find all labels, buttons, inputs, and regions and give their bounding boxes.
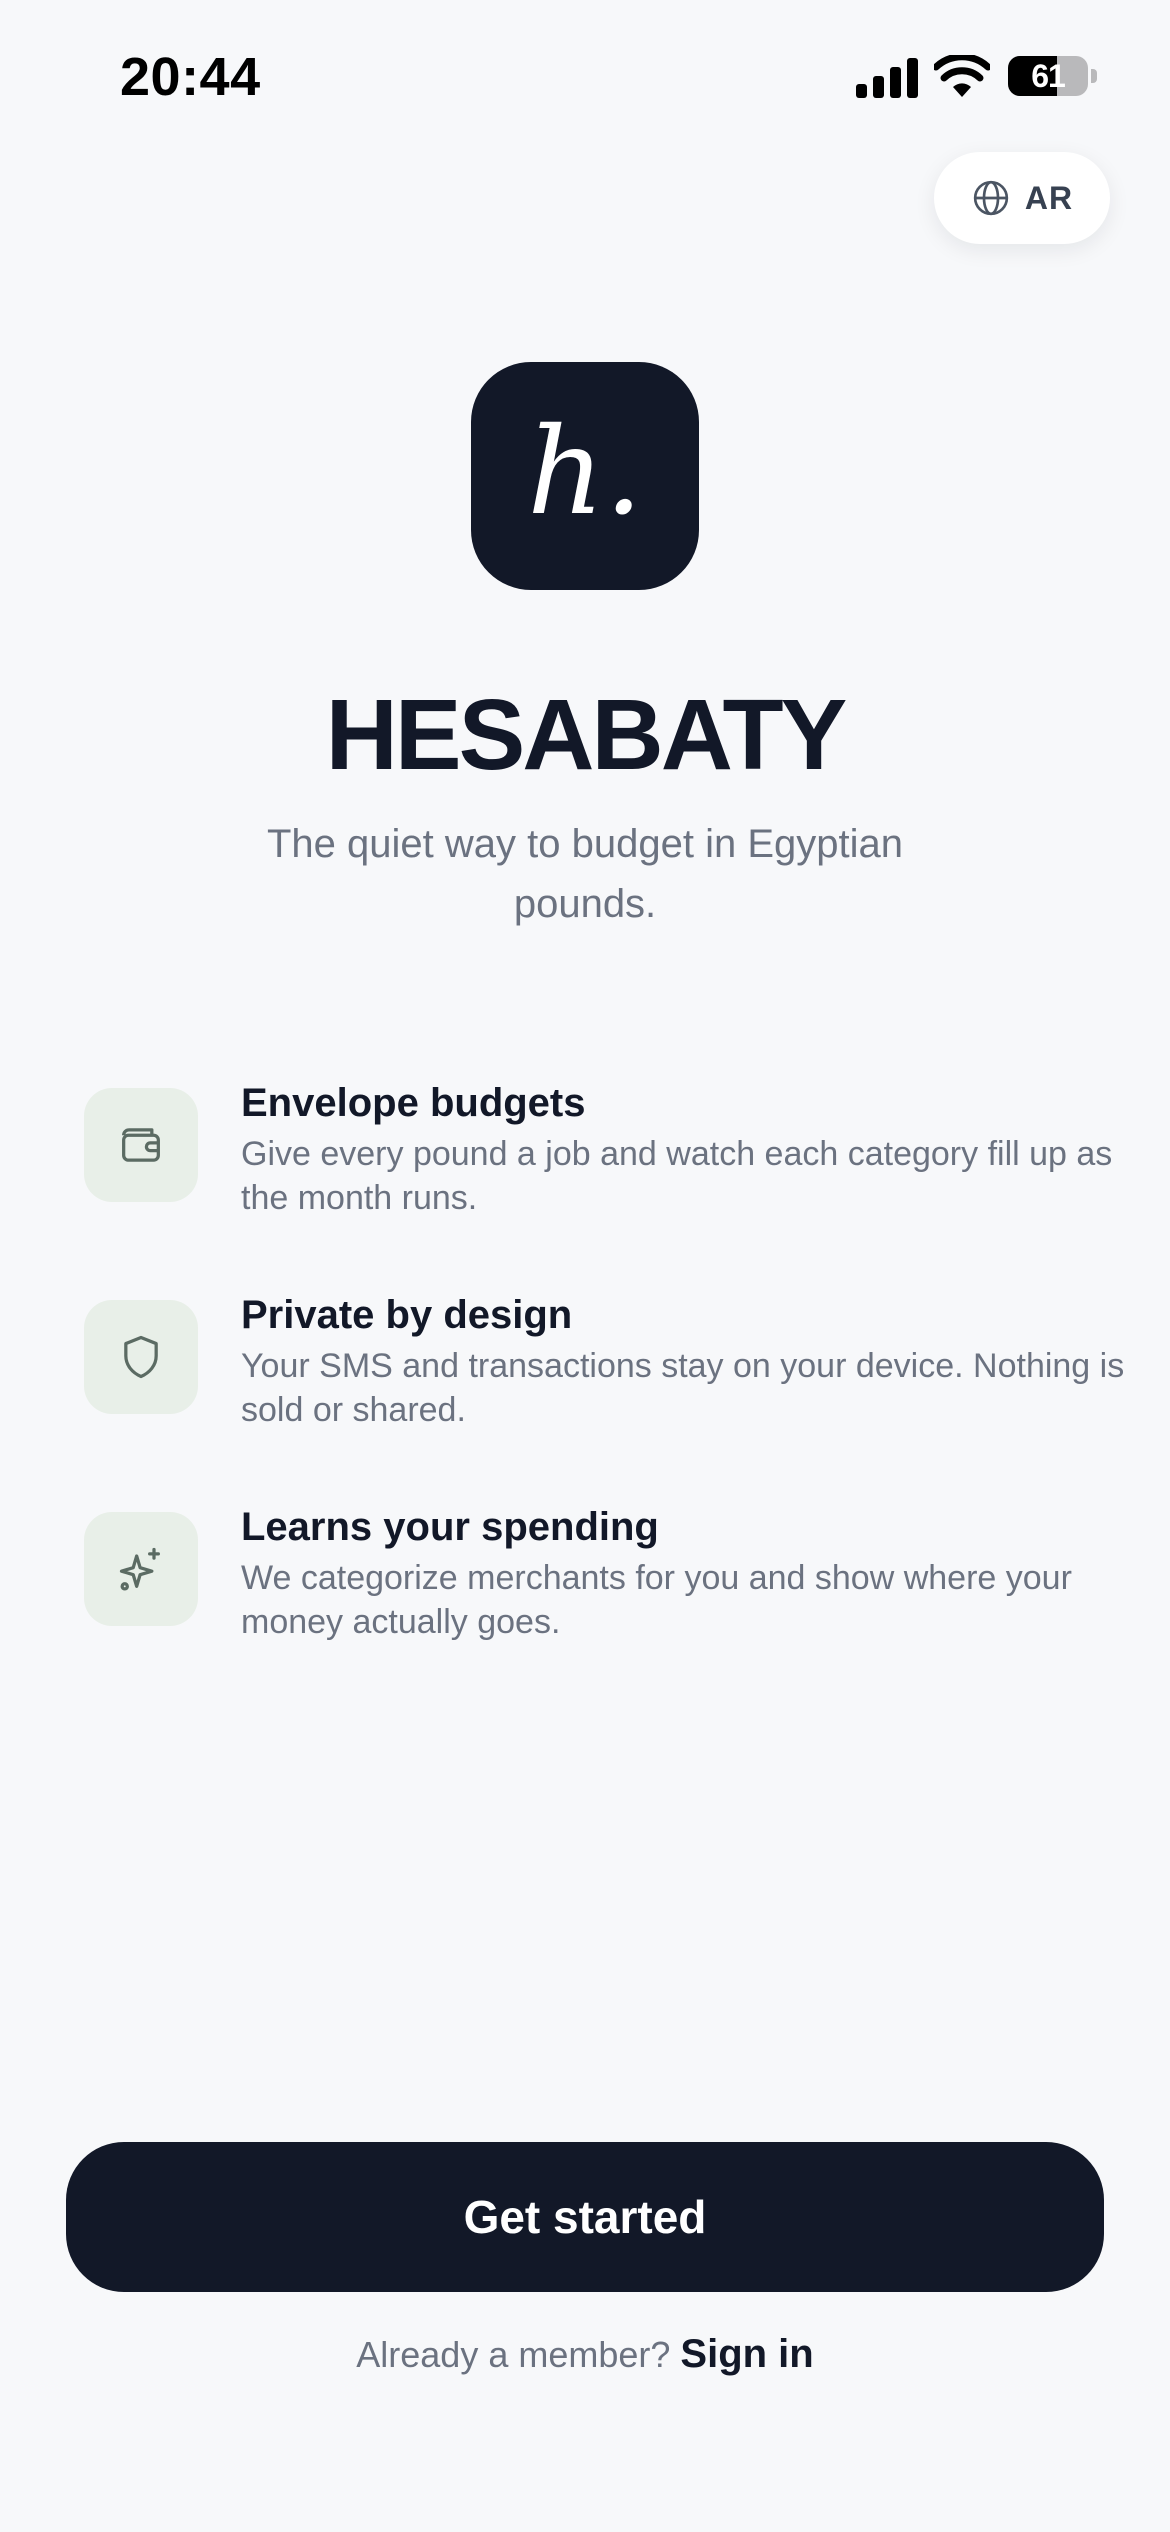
- sign-in-link[interactable]: Sign in: [680, 2332, 813, 2376]
- feature-description: We categorize merchants for you and show…: [241, 1559, 1072, 1641]
- battery-cap: [1091, 69, 1097, 83]
- app-title: HESABATY: [325, 679, 848, 791]
- get-started-button[interactable]: Get started: [66, 2142, 1104, 2292]
- feature-icon-tile: [84, 1512, 198, 1626]
- status-time: 20:44: [120, 47, 261, 107]
- app-tagline: The quiet way to budget in Egyptian poun…: [267, 822, 903, 926]
- app-logo: h.: [471, 362, 699, 590]
- status-bar: 20:44 61: [0, 0, 1170, 150]
- signin-prompt: Already a member?: [356, 2334, 681, 2375]
- welcome-screen: 20:44 61 AR h. HESABATY The quiet way to…: [0, 0, 1170, 2532]
- feature-icon-tile: [84, 1088, 198, 1202]
- feature-description: Give every pound a job and watch each ca…: [241, 1135, 1113, 1217]
- feature-title: Learns your spending: [241, 1505, 659, 1549]
- wallet-icon: [122, 1128, 160, 1162]
- signin-row: Already a member? Sign in: [0, 2332, 1170, 2377]
- feature-icon-tile: [84, 1300, 198, 1414]
- feature-title: Envelope budgets: [241, 1081, 586, 1125]
- battery-icon: 61: [1008, 56, 1088, 96]
- language-toggle-button[interactable]: AR: [934, 152, 1110, 244]
- cellular-signal-icon: [856, 58, 918, 98]
- feature-description: Your SMS and transactions stay on your d…: [241, 1347, 1125, 1429]
- battery-level: 61: [1031, 57, 1066, 94]
- language-label: AR: [1024, 179, 1074, 216]
- logo-mark: h.: [527, 403, 643, 542]
- globe-icon: [973, 180, 1009, 216]
- wifi-icon: [934, 55, 990, 97]
- shield-icon: [124, 1335, 158, 1379]
- feature-title: Private by design: [241, 1293, 573, 1337]
- sparkles-icon: [119, 1547, 160, 1591]
